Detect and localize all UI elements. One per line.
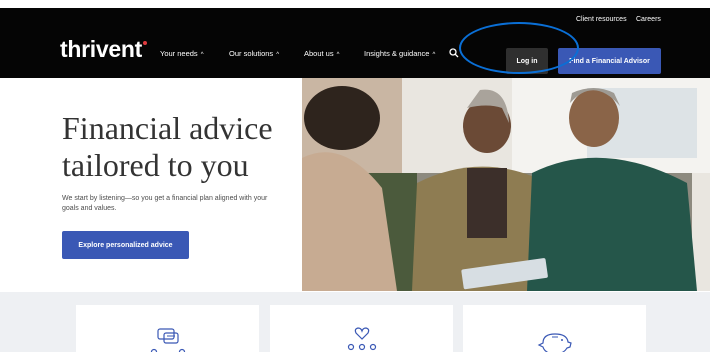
- piggy-bank-icon: [537, 333, 572, 352]
- nav-label: Our solutions: [229, 49, 274, 58]
- nav-label: Your needs: [160, 49, 198, 58]
- nav-label: Insights & guidance: [364, 49, 430, 58]
- hero-title-line: tailored to you: [62, 147, 249, 183]
- explore-advice-button[interactable]: Explore personalized advice: [62, 231, 189, 259]
- nav-insights-guidance[interactable]: Insights & guidance ^: [364, 49, 435, 58]
- hero-title: Financial advice tailored to you: [62, 110, 273, 184]
- nav-label: About us: [304, 49, 334, 58]
- chevron-up-icon: ^: [276, 52, 280, 58]
- nav-your-needs[interactable]: Your needs ^: [160, 49, 204, 58]
- site-header: Client resources Careers thrivent Your n…: [0, 8, 710, 78]
- thrivent-logo[interactable]: thrivent: [60, 36, 147, 63]
- client-resources-link[interactable]: Client resources: [576, 16, 627, 23]
- nav-our-solutions[interactable]: Our solutions ^: [229, 49, 279, 58]
- careers-link[interactable]: Careers: [636, 16, 661, 23]
- login-button[interactable]: Log in: [506, 48, 548, 74]
- logo-mark-icon: [142, 41, 147, 45]
- chevron-up-icon: ^: [432, 52, 436, 58]
- chevron-up-icon: ^: [200, 52, 204, 58]
- feature-card-community[interactable]: [270, 305, 453, 352]
- logo-text: thrivent: [60, 36, 142, 62]
- hero-photo-illustration: [302, 78, 710, 291]
- feature-card-savings[interactable]: [463, 305, 646, 352]
- hero-photo: [302, 78, 710, 291]
- find-advisor-button[interactable]: Find a Financial Advisor: [558, 48, 661, 74]
- nav-about-us[interactable]: About us ^: [304, 49, 339, 58]
- people-heart-icon: [347, 327, 377, 351]
- chevron-up-icon: ^: [336, 52, 340, 58]
- hero-title-line: Financial advice: [62, 110, 273, 146]
- chat-guidance-icon: [150, 328, 186, 352]
- feature-card-guidance[interactable]: [76, 305, 259, 352]
- search-icon[interactable]: [449, 48, 459, 58]
- hero-subtitle: We start by listening—so you get a finan…: [62, 195, 268, 212]
